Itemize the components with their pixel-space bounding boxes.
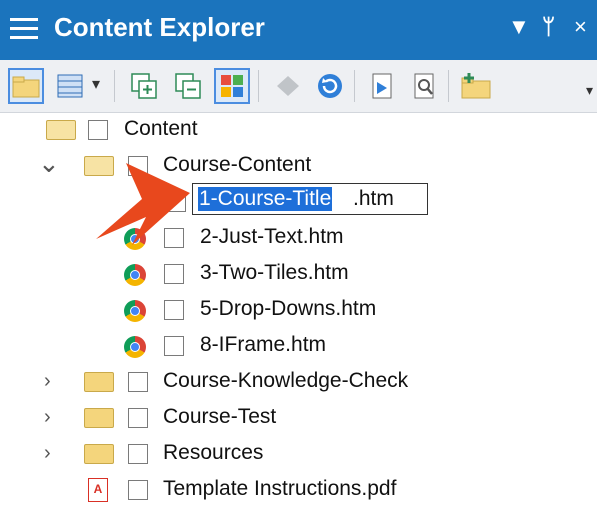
tree-row-file[interactable]: 3-Two-Tiles.htm — [0, 256, 597, 292]
chevron-right-icon[interactable]: › — [44, 370, 51, 393]
tree-item-label: 3-Two-Tiles.htm — [200, 261, 349, 284]
tree-row-content[interactable]: Content — [0, 112, 597, 148]
tree-row-file[interactable]: 8-IFrame.htm — [0, 328, 597, 364]
panel-titlebar: Content Explorer ▼ ᛘ × — [0, 0, 597, 60]
row-checkbox[interactable] — [164, 336, 184, 356]
folder-icon — [84, 408, 114, 428]
toolbar-divider — [114, 70, 115, 102]
hamburger-icon[interactable] — [10, 18, 38, 42]
disabled-import-icon — [270, 68, 306, 104]
panel-menu-button[interactable]: ▼ — [508, 14, 530, 40]
tree-item-label: Resources — [163, 441, 264, 464]
row-checkbox[interactable] — [164, 300, 184, 320]
view-dropdown-icon[interactable]: ▾ — [92, 74, 100, 94]
tree-row-resources[interactable]: › Resources — [0, 436, 597, 472]
tree-item-label: 2-Just-Text.htm — [200, 225, 344, 248]
collapse-all-icon[interactable] — [170, 68, 206, 104]
row-checkbox[interactable] — [128, 372, 148, 392]
rename-selected-text: 1-Course-Title — [198, 187, 333, 211]
thumbnail-view-icon[interactable] — [214, 68, 250, 104]
tree-item-label: Content — [124, 117, 198, 140]
close-icon[interactable]: × — [574, 14, 587, 40]
tree-item-label: 8-IFrame.htm — [200, 333, 327, 356]
view-table-icon[interactable] — [52, 68, 88, 104]
row-checkbox[interactable] — [128, 480, 148, 500]
expand-all-icon[interactable] — [126, 68, 162, 104]
toolbar: ▾ ▾ — [0, 60, 597, 113]
tree-item-label: Course-Knowledge-Check — [163, 369, 409, 392]
row-checkbox[interactable] — [164, 264, 184, 284]
tree-row-file[interactable]: 2-Just-Text.htm — [0, 220, 597, 256]
panel-title: Content Explorer — [54, 12, 265, 42]
open-file-icon[interactable] — [364, 68, 400, 104]
rename-extension-text: .htm — [353, 187, 394, 210]
tree-item-label: Course-Test — [163, 405, 277, 428]
open-folder-icon — [46, 120, 76, 140]
toolbar-divider — [354, 70, 355, 102]
toolbar-divider — [448, 70, 449, 102]
pin-icon[interactable]: ᛘ — [542, 14, 555, 40]
tree-item-label: 5-Drop-Downs.htm — [200, 297, 377, 320]
row-checkbox[interactable] — [128, 408, 148, 428]
properties-icon[interactable] — [406, 68, 442, 104]
add-folder-icon[interactable] — [458, 68, 494, 104]
chrome-icon — [124, 336, 146, 358]
content-tree: Content ⌄ Course-Content 2-Just-Text.htm… — [0, 112, 597, 527]
tree-row-file[interactable]: 5-Drop-Downs.htm — [0, 292, 597, 328]
tree-row-course-test[interactable]: › Course-Test — [0, 400, 597, 436]
toolbar-overflow-icon[interactable]: ▾ — [586, 82, 593, 99]
row-checkbox[interactable] — [128, 444, 148, 464]
tree-item-label: Template Instructions.pdf — [163, 477, 397, 500]
content-explorer-panel: Content Explorer ▼ ᛘ × ▾ ▾ Content ⌄ Cou… — [0, 0, 597, 527]
toolbar-divider — [258, 70, 259, 102]
new-folder-icon[interactable] — [8, 68, 44, 104]
tree-row-course-knowledge-check[interactable]: › Course-Knowledge-Check — [0, 364, 597, 400]
pdf-icon: A — [88, 478, 108, 502]
tree-row-course-content[interactable]: ⌄ Course-Content — [0, 148, 597, 184]
folder-icon — [84, 372, 114, 392]
row-checkbox[interactable] — [88, 120, 108, 140]
chevron-right-icon[interactable]: › — [44, 442, 51, 465]
chevron-down-icon[interactable]: ⌄ — [38, 148, 60, 179]
chevron-right-icon[interactable]: › — [44, 406, 51, 429]
tree-row-pdf[interactable]: A Template Instructions.pdf — [0, 472, 597, 508]
refresh-icon[interactable] — [312, 68, 348, 104]
folder-icon — [84, 444, 114, 464]
rename-input[interactable]: 1-Course-Title .htm — [192, 183, 428, 215]
callout-arrow-icon — [96, 163, 190, 245]
chrome-icon — [124, 264, 146, 286]
chrome-icon — [124, 300, 146, 322]
